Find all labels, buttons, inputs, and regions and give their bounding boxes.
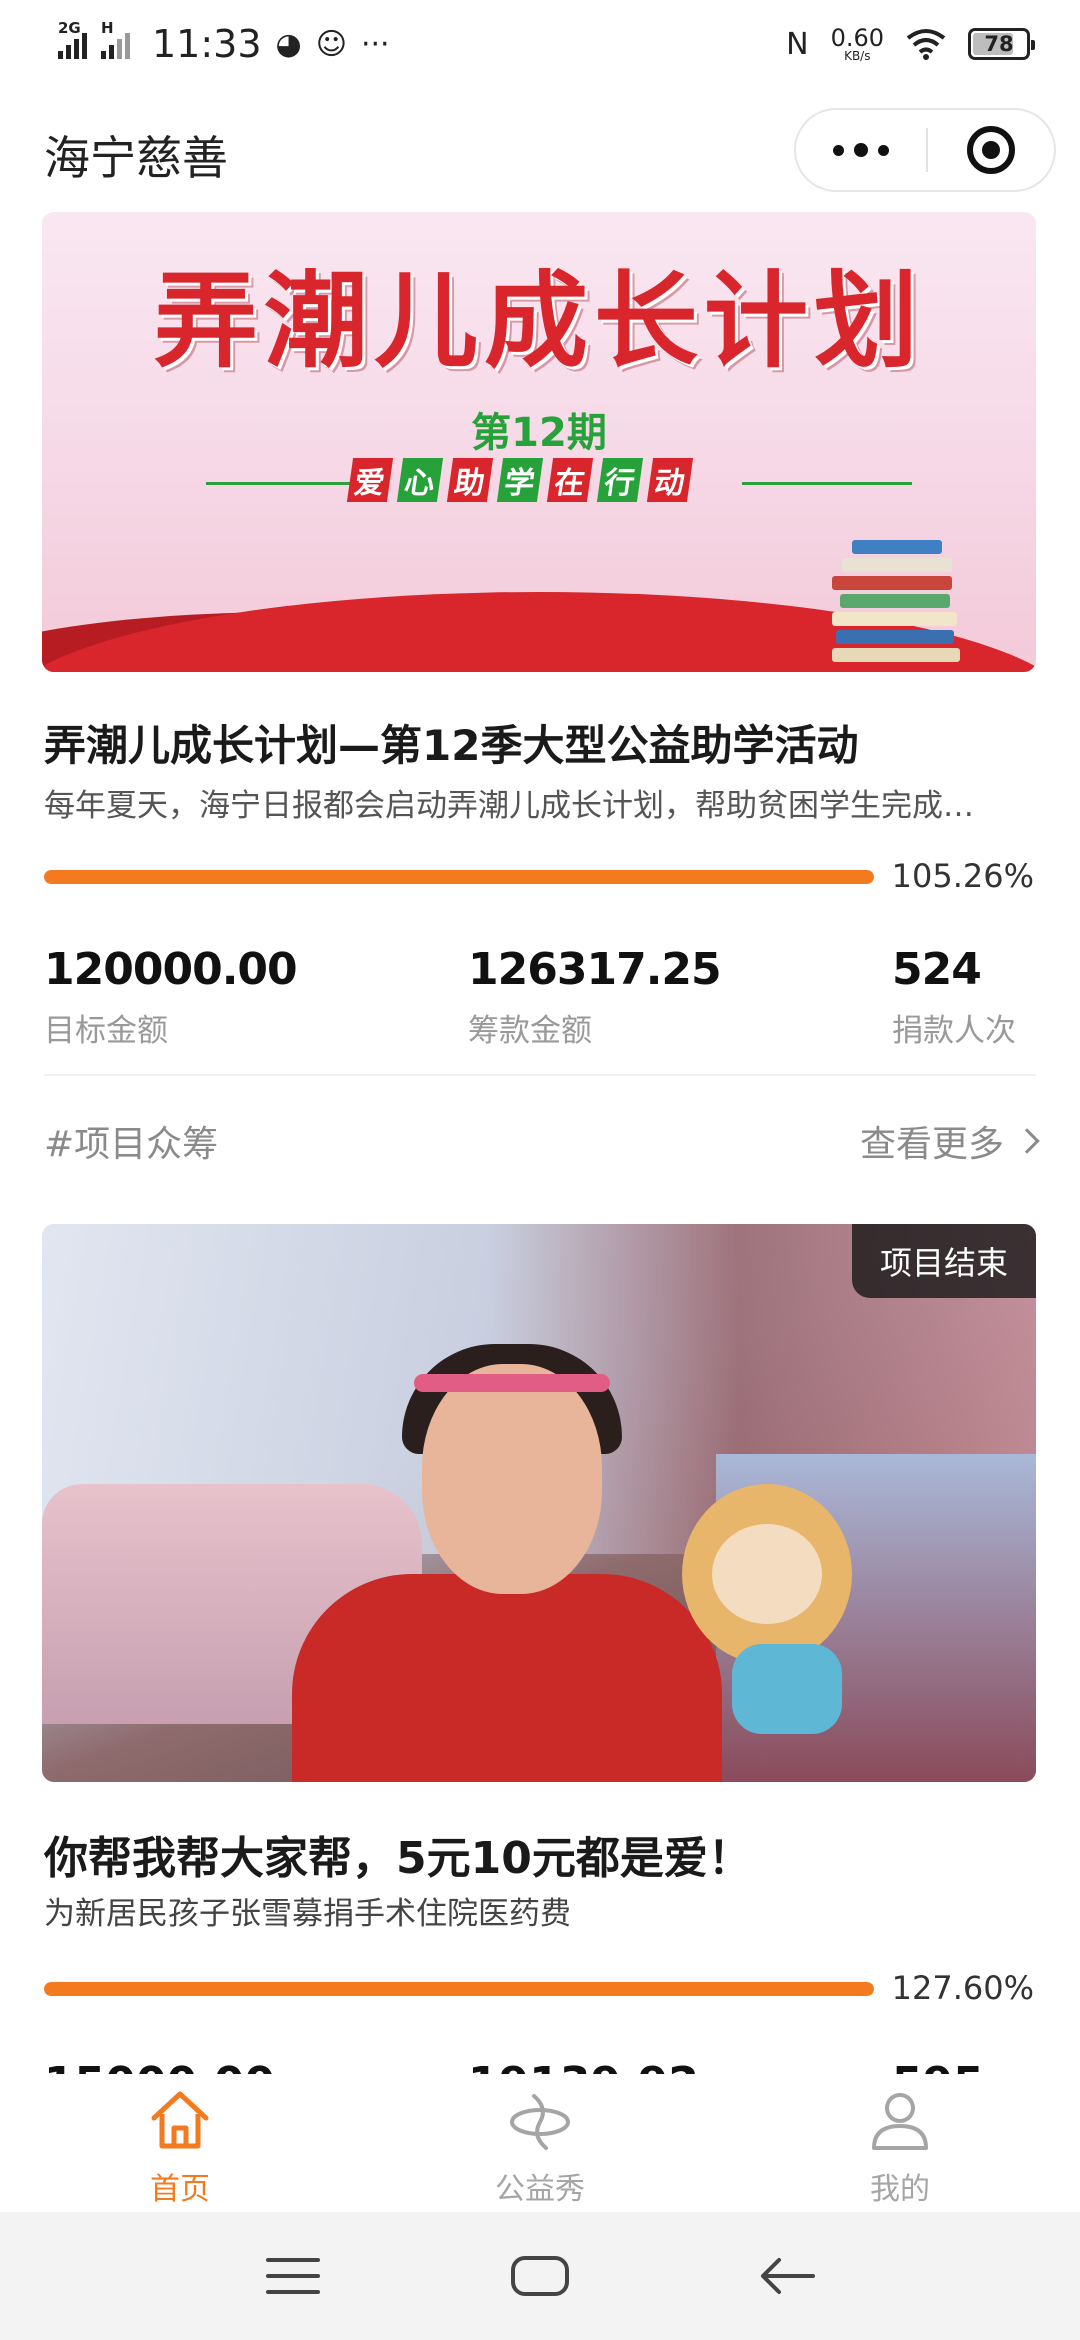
target-amount-label: 目标金额	[44, 1013, 168, 1049]
slogan-char: 学	[496, 458, 544, 502]
tab-profile[interactable]: 我的	[720, 2074, 1080, 2212]
banner-issue: 第12期	[471, 410, 607, 456]
featured-project-title[interactable]: 弄潮儿成长计划—第12季大型公益助学活动	[44, 712, 858, 773]
clock: 11:33	[152, 22, 262, 66]
miniprogram-capsule	[794, 108, 1056, 192]
banner-slogan: 爱 心 助 学 在 行 动	[346, 458, 694, 502]
page-title: 海宁慈善	[44, 131, 228, 185]
section-divider	[44, 1074, 1036, 1076]
system-navigation-bar	[0, 2212, 1080, 2340]
featured-project-description: 每年夏天，海宁日报都会启动弄潮儿成长计划，帮助贫困学生完成…	[44, 788, 974, 824]
raised-amount: 126317.25	[468, 944, 722, 995]
slogan-char: 在	[546, 458, 594, 502]
app-notification-icon: ☺	[315, 26, 347, 62]
home-button[interactable]	[490, 2236, 590, 2316]
wifi-icon	[906, 29, 946, 60]
donor-count: 524	[892, 944, 982, 995]
section-title: #项目众筹	[44, 1124, 219, 1165]
home-icon	[151, 2091, 209, 2149]
slogan-char: 爱	[346, 458, 394, 502]
close-miniprogram-button[interactable]	[928, 126, 1054, 174]
battery-icon: 78	[968, 28, 1035, 60]
more-notifications-icon: ···	[360, 26, 390, 62]
network-type-label: 2G	[58, 19, 81, 37]
crowdfunding-section-header: #项目众筹 查看更多	[44, 1115, 1040, 1167]
chevron-right-icon	[1014, 1128, 1040, 1154]
featured-progress-percent: 105.26%	[891, 857, 1034, 895]
app-header: 海宁慈善	[0, 100, 1080, 210]
network-speed-value: 0.60	[830, 24, 884, 52]
back-arrow-icon	[760, 2258, 815, 2294]
banner-title: 弄潮儿成长计划	[153, 259, 924, 382]
view-more-link[interactable]: 查看更多	[859, 1115, 1040, 1167]
more-button[interactable]	[796, 110, 926, 190]
project-progress-bar	[44, 1982, 874, 1996]
tab-showcase[interactable]: 公益秀	[360, 2074, 720, 2212]
project-description: 为新居民孩子张雪募捐手术住院医药费	[44, 1896, 571, 1932]
wechat-icon: ◕	[275, 26, 302, 62]
more-dot-icon	[854, 143, 868, 157]
status-bar: 2G H 11:33 ◕ ☺ ··· N 0.60 KB/s 78	[0, 0, 1080, 88]
slogan-char: 心	[396, 458, 444, 502]
project-title[interactable]: 你帮我帮大家帮，5元10元都是爱！	[44, 1822, 752, 1886]
tab-bar: 首页 公益秀 我的	[0, 2074, 1080, 2212]
project-stats-partial: 15000.00 19139.92 595	[44, 2062, 1036, 2074]
back-button[interactable]	[737, 2236, 837, 2316]
project-progress-percent: 127.60%	[891, 1969, 1034, 2007]
signal-icon-1: 2G	[58, 19, 87, 59]
featured-banner[interactable]: 弄潮儿成长计划 第12期 爱 心 助 学 在 行 动	[42, 212, 1036, 672]
signal-icon-2: H	[101, 19, 130, 59]
project-target-amount: 15000.00	[44, 2062, 275, 2074]
donor-count-label: 捐款人次	[892, 1013, 1016, 1049]
home-pill-icon	[510, 2256, 569, 2296]
target-amount: 120000.00	[44, 944, 298, 995]
target-icon	[967, 126, 1015, 174]
profile-icon	[872, 2093, 928, 2150]
featured-progress-fill	[44, 870, 874, 884]
tab-profile-label: 我的	[870, 2172, 930, 2207]
raised-amount-label: 筹款金额	[468, 1013, 592, 1049]
slogan-char: 行	[596, 458, 644, 502]
project-raised-amount: 19139.92	[468, 2062, 699, 2074]
tab-home[interactable]: 首页	[0, 2074, 360, 2212]
featured-progress-bar	[44, 870, 874, 884]
network-speed-unit: KB/s	[844, 49, 871, 63]
more-dot-icon	[833, 144, 844, 156]
network-type-label-2: H	[101, 19, 114, 37]
battery-level: 78	[984, 32, 1014, 56]
tab-showcase-label: 公益秀	[495, 2172, 585, 2207]
project-status-badge: 项目结束	[851, 1224, 1036, 1298]
project-image[interactable]: 项目结束	[42, 1224, 1036, 1782]
nfc-icon: N	[786, 26, 809, 62]
view-more-label: 查看更多	[859, 1124, 1004, 1165]
more-dot-icon	[878, 144, 889, 156]
slogan-char: 动	[646, 458, 694, 502]
project-donor-count: 595	[892, 2062, 984, 2074]
recent-apps-button[interactable]	[243, 2236, 343, 2316]
tab-home-label: 首页	[150, 2172, 210, 2207]
project-progress-fill	[44, 1982, 874, 1996]
menu-icon	[266, 2258, 321, 2294]
network-speed: 0.60 KB/s	[831, 26, 884, 62]
slogan-char: 助	[446, 458, 494, 502]
books-illustration	[832, 540, 962, 662]
showcase-icon	[510, 2094, 570, 2150]
